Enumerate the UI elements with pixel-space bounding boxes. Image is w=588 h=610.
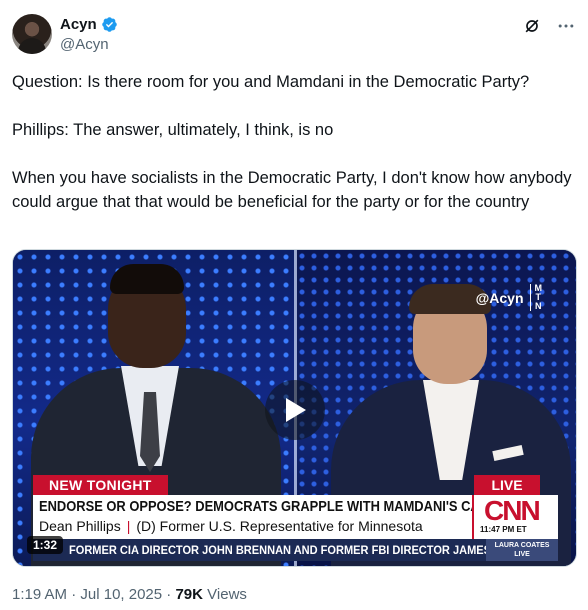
tweet-paragraph: Question: Is there room for you and Mamd… bbox=[12, 73, 530, 91]
chyron-subline: Dean Phillips | (D) Former U.S. Representa… bbox=[39, 518, 423, 534]
more-icon[interactable] bbox=[556, 16, 576, 36]
guest-title: (D) Former U.S. Representative for Minne… bbox=[136, 518, 423, 534]
ticker-text: FORMER CIA DIRECTOR JOHN BRENNAN AND FOR… bbox=[69, 543, 511, 557]
cnn-logo: CNN bbox=[484, 495, 541, 526]
video-watermark: @Acyn M T N bbox=[476, 284, 542, 311]
news-chyron: NEW TONIGHT LIVE ENDORSE OR OPPOSE? DEMO… bbox=[33, 475, 558, 563]
header-actions bbox=[522, 16, 576, 36]
broadcast-time: 11:47 PM ET bbox=[480, 525, 527, 534]
video-duration: 1:32 bbox=[27, 536, 64, 554]
views-count: 79K bbox=[175, 586, 203, 603]
watermark-brand-letter: N bbox=[535, 301, 542, 311]
guest-name: Dean Phillips bbox=[39, 518, 121, 534]
meta-dot: · bbox=[162, 586, 176, 603]
tweet-paragraph: When you have socialists in the Democrat… bbox=[12, 169, 572, 211]
watermark-handle: @Acyn bbox=[475, 289, 524, 306]
network-logo-box: CNN 11:47 PM ET bbox=[472, 495, 558, 539]
video-player[interactable]: @Acyn M T N NEW TONIGHT LIVE ENDORSE OR … bbox=[12, 249, 577, 567]
tweet-paragraph: Phillips: The answer, ultimately, I thin… bbox=[12, 121, 334, 139]
post-date[interactable]: Jul 10, 2025 bbox=[80, 586, 162, 603]
grok-icon[interactable] bbox=[522, 16, 542, 36]
views-label: Views bbox=[203, 586, 247, 603]
show-name: LAURA COATES bbox=[494, 542, 550, 549]
author-name-row: Acyn bbox=[60, 16, 118, 33]
chyron-headline: ENDORSE OR OPPOSE? DEMOCRATS GRAPPLE WIT… bbox=[39, 498, 539, 515]
chyron-tag: NEW TONIGHT bbox=[33, 475, 168, 495]
author-name[interactable]: Acyn bbox=[60, 16, 97, 33]
verified-badge-icon bbox=[101, 17, 117, 32]
news-ticker: FORMER CIA DIRECTOR JOHN BRENNAN AND FOR… bbox=[33, 539, 558, 561]
anchor-hair bbox=[110, 264, 184, 294]
meta-dot: · bbox=[67, 586, 81, 603]
author-handle[interactable]: @Acyn bbox=[60, 36, 109, 53]
tweet-header: Acyn @Acyn bbox=[12, 14, 576, 56]
play-button[interactable] bbox=[265, 380, 325, 440]
play-icon bbox=[286, 398, 306, 422]
watermark-brand: M T N bbox=[529, 284, 542, 311]
tweet-meta: 1:19 AM · Jul 10, 2025 · 79K Views bbox=[12, 586, 247, 603]
live-badge: LIVE bbox=[474, 475, 540, 495]
show-status: LIVE bbox=[514, 551, 530, 558]
chyron-separator: | bbox=[126, 518, 131, 534]
avatar[interactable] bbox=[12, 14, 52, 54]
tweet-text: Question: Is there room for you and Mamd… bbox=[12, 70, 580, 214]
post-time[interactable]: 1:19 AM bbox=[12, 586, 67, 603]
show-tag: LAURA COATES LIVE bbox=[486, 539, 558, 561]
